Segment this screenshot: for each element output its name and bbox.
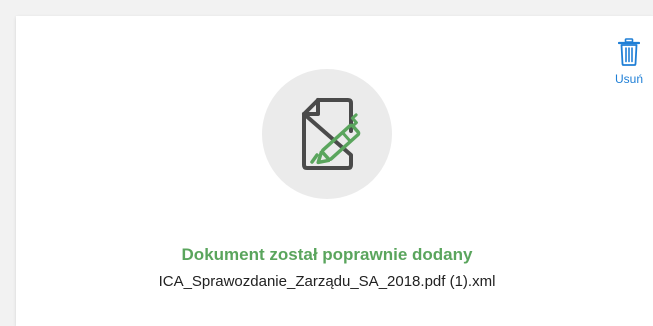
delete-label: Usuń	[614, 72, 643, 86]
document-illustration	[262, 69, 392, 199]
document-sign-icon	[302, 98, 361, 170]
delete-button[interactable]: Usuń	[610, 38, 648, 98]
uploaded-file-name: ICA_Sprawozdanie_Zarządu_SA_2018.pdf (1)…	[158, 273, 496, 290]
trash-icon	[618, 38, 640, 66]
upload-card: Usuń Dokument został poprawnie dodany IC…	[16, 16, 653, 326]
upload-success-message: Dokument został poprawnie dodany	[181, 245, 473, 264]
